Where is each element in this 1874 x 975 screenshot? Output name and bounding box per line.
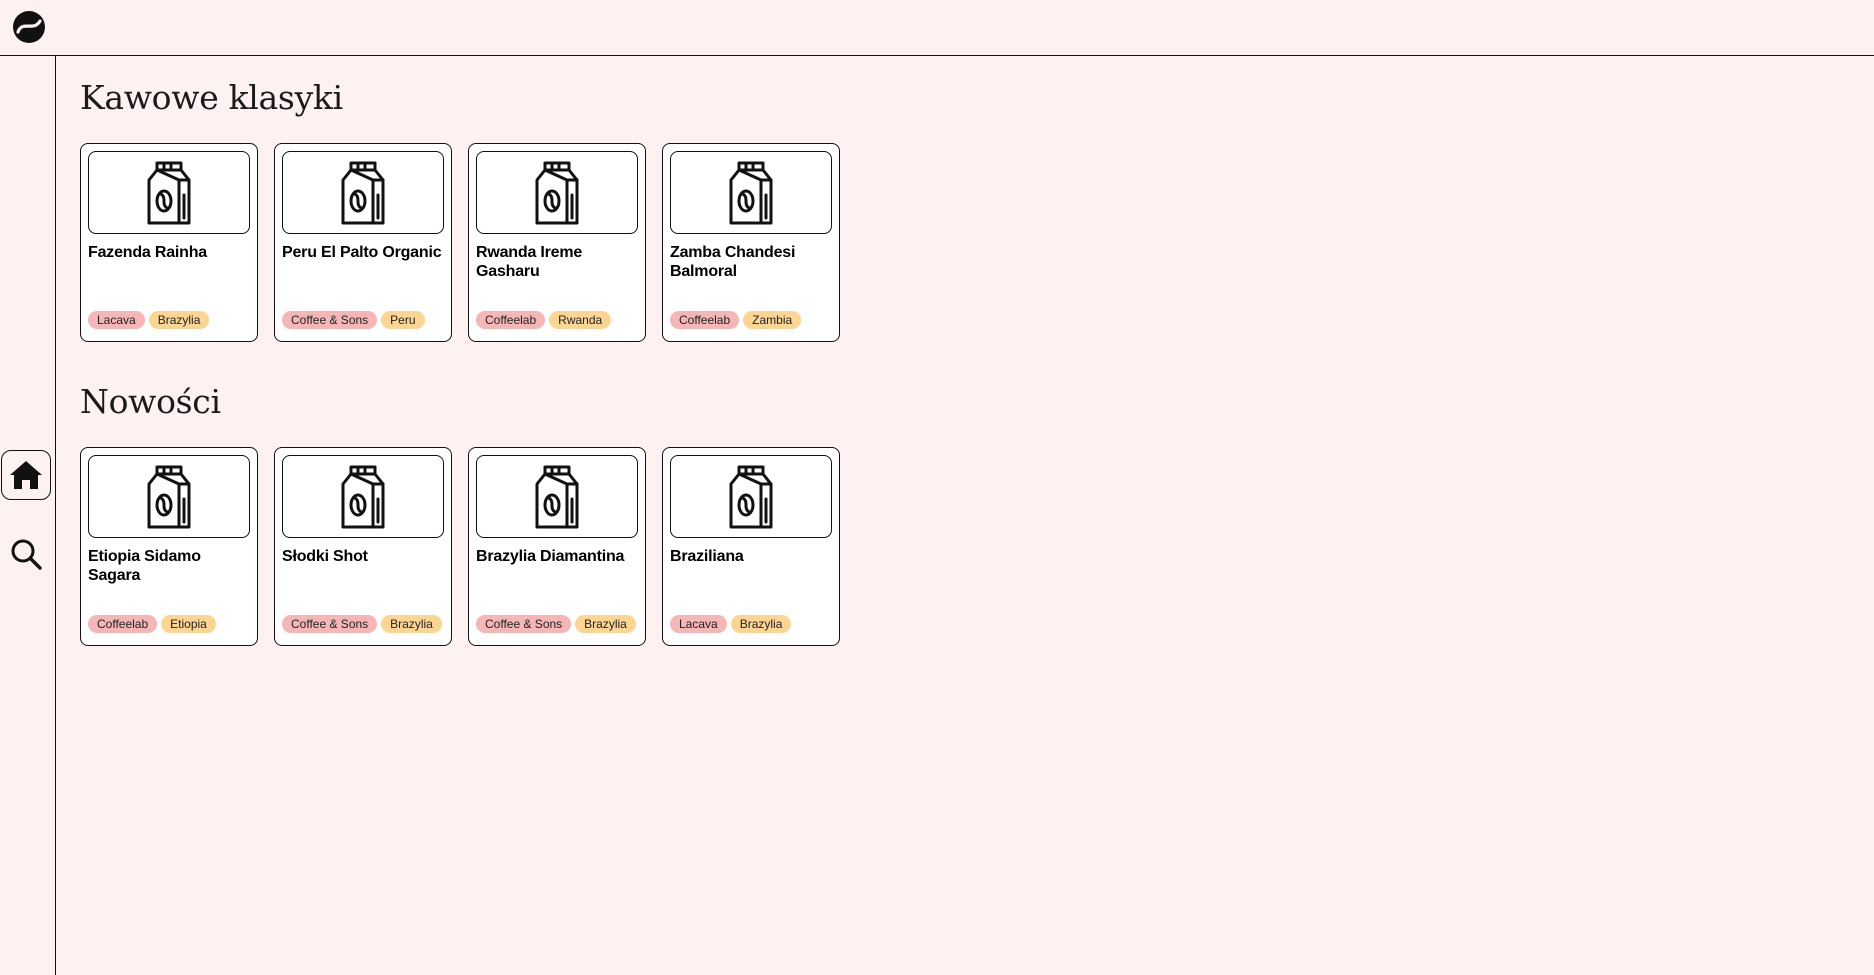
product-name: Braziliana — [670, 548, 744, 565]
search-icon — [11, 539, 42, 570]
sidebar — [0, 56, 56, 975]
origin-tag[interactable]: Zambia — [743, 311, 802, 329]
roaster-tag[interactable]: Coffee & Sons — [476, 615, 572, 633]
product-thumbnail — [88, 455, 250, 538]
product-name: Peru El Palto Organic — [282, 244, 442, 261]
product-card[interactable]: Etiopia Sidamo Sagara Coffeelab Etiopia — [80, 447, 258, 646]
product-name: Słodki Shot — [282, 548, 368, 565]
product-grid: Fazenda Rainha Lacava Brazylia Peru El P… — [80, 143, 840, 342]
product-name: Etiopia Sidamo Sagara — [88, 548, 201, 584]
roaster-tag[interactable]: Coffee & Sons — [282, 311, 378, 329]
product-tags: Coffeelab Rwanda — [476, 311, 638, 329]
roaster-tag[interactable]: Coffeelab — [670, 311, 740, 329]
product-tags: Coffee & Sons Brazylia — [282, 615, 444, 633]
product-thumbnail — [88, 151, 250, 234]
home-icon — [10, 461, 42, 489]
product-thumbnail — [476, 151, 638, 234]
sidebar-item-home[interactable] — [1, 450, 51, 500]
origin-tag[interactable]: Brazylia — [148, 311, 210, 329]
coffee-bag-icon — [729, 161, 773, 224]
origin-tag[interactable]: Brazylia — [381, 615, 442, 633]
coffee-bag-icon — [147, 161, 191, 224]
coffee-bag-icon — [729, 465, 773, 528]
product-tags: Coffee & Sons Peru — [282, 311, 444, 329]
origin-tag[interactable]: Peru — [381, 311, 425, 329]
product-card[interactable]: Rwanda Ireme Gasharu Coffeelab Rwanda — [468, 143, 646, 342]
coffee-bag-icon — [147, 465, 191, 528]
top-bar — [0, 0, 1874, 56]
product-thumbnail — [282, 455, 444, 538]
roaster-tag[interactable]: Coffee & Sons — [282, 615, 378, 633]
coffee-bag-icon — [535, 465, 579, 528]
roaster-tag[interactable]: Lacava — [88, 311, 145, 329]
product-tags: Lacava Brazylia — [670, 615, 832, 633]
origin-tag[interactable]: Etiopia — [161, 615, 216, 633]
product-thumbnail — [670, 455, 832, 538]
product-thumbnail — [670, 151, 832, 234]
coffee-bag-icon — [341, 161, 385, 224]
product-thumbnail — [476, 455, 638, 538]
origin-tag[interactable]: Brazylia — [575, 615, 636, 633]
product-card[interactable]: Fazenda Rainha Lacava Brazylia — [80, 143, 258, 342]
product-card[interactable]: Braziliana Lacava Brazylia — [662, 447, 840, 646]
product-card[interactable]: Brazylia Diamantina Coffee & Sons Brazyl… — [468, 447, 646, 646]
product-tags: Coffeelab Etiopia — [88, 615, 250, 633]
product-card[interactable]: Peru El Palto Organic Coffee & Sons Peru — [274, 143, 452, 342]
product-tags: Coffee & Sons Brazylia — [476, 615, 638, 633]
sidebar-item-search[interactable] — [6, 534, 46, 574]
product-name: Rwanda Ireme Gasharu — [476, 244, 583, 280]
section-title: Nowości — [80, 382, 221, 421]
roaster-tag[interactable]: Coffeelab — [476, 311, 546, 329]
coffee-bag-icon — [341, 465, 385, 528]
section-title: Kawowe klasyki — [80, 78, 343, 117]
origin-tag[interactable]: Rwanda — [549, 311, 612, 329]
coffee-bag-icon — [535, 161, 579, 224]
coffee-bean-logo-icon[interactable] — [12, 10, 46, 44]
product-name: Zamba Chandesi Balmoral — [670, 244, 796, 280]
product-tags: Coffeelab Zambia — [670, 311, 832, 329]
roaster-tag[interactable]: Lacava — [670, 615, 727, 633]
product-name: Brazylia Diamantina — [476, 548, 625, 565]
product-thumbnail — [282, 151, 444, 234]
origin-tag[interactable]: Brazylia — [730, 615, 792, 633]
product-tags: Lacava Brazylia — [88, 311, 250, 329]
roaster-tag[interactable]: Coffeelab — [88, 615, 158, 633]
product-card[interactable]: Zamba Chandesi Balmoral Coffeelab Zambia — [662, 143, 840, 342]
product-grid: Etiopia Sidamo Sagara Coffeelab Etiopia — [80, 447, 840, 646]
product-card[interactable]: Słodki Shot Coffee & Sons Brazylia — [274, 447, 452, 646]
product-name: Fazenda Rainha — [88, 244, 208, 261]
